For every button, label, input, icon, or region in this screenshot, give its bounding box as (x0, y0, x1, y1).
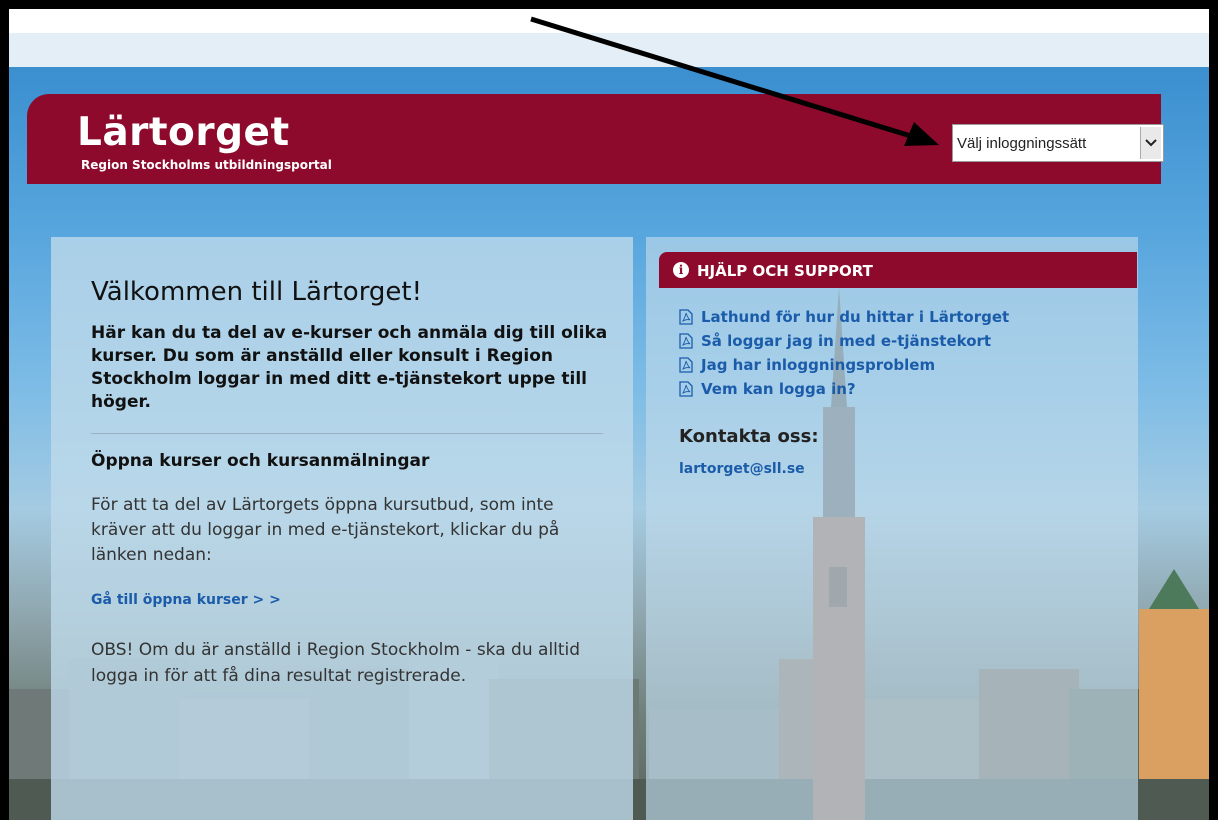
help-link-label: Så loggar jag in med e-tjänstekort (701, 332, 992, 350)
help-title: HJÄLP OCH SUPPORT (697, 262, 873, 280)
help-link-who-can-login[interactable]: Vem kan logga in? (679, 377, 1009, 401)
help-link-label: Vem kan logga in? (701, 380, 856, 398)
help-link-label: Lathund för hur du hittar i Lärtorget (701, 308, 1010, 326)
pdf-icon (679, 357, 693, 373)
contact-email-link[interactable]: lartorget@sll.se (679, 461, 805, 477)
help-link-label: Jag har inloggningsproblem (701, 356, 936, 374)
pdf-icon (679, 333, 693, 349)
obs-notice: OBS! Om du är anställd i Region Stockhol… (91, 640, 581, 686)
open-courses-heading: Öppna kurser och kursanmälningar (91, 451, 430, 471)
pdf-icon (679, 381, 693, 397)
info-icon: i (673, 262, 689, 278)
help-panel: i HJÄLP OCH SUPPORT Lathund för hur du h… (646, 237, 1138, 820)
help-link-lathund[interactable]: Lathund för hur du hittar i Lärtorget (679, 305, 1009, 329)
open-courses-text: För att ta del av Lärtorgets öppna kursu… (91, 495, 560, 565)
welcome-panel: Välkommen till Lärtorget! Här kan du ta … (51, 237, 633, 820)
welcome-intro: Här kan du ta del av e-kurser och anmäla… (91, 323, 608, 412)
pdf-icon (679, 309, 693, 325)
divider (91, 433, 603, 434)
open-courses-link[interactable]: Gå till öppna kurser > > (91, 592, 281, 608)
help-link-login-problems[interactable]: Jag har inloggningsproblem (679, 353, 1009, 377)
annotation-arrow (530, 16, 939, 146)
help-link-e-tjanstekort[interactable]: Så loggar jag in med e-tjänstekort (679, 329, 1009, 353)
contact-heading: Kontakta oss: (679, 426, 819, 447)
screenshot-frame: Lärtorget Region Stockholms utbildningsp… (0, 0, 1218, 820)
welcome-heading: Välkommen till Lärtorget! (91, 277, 423, 307)
help-header: i HJÄLP OCH SUPPORT (659, 252, 1137, 288)
help-links: Lathund för hur du hittar i Lärtorget Så… (679, 305, 1009, 401)
